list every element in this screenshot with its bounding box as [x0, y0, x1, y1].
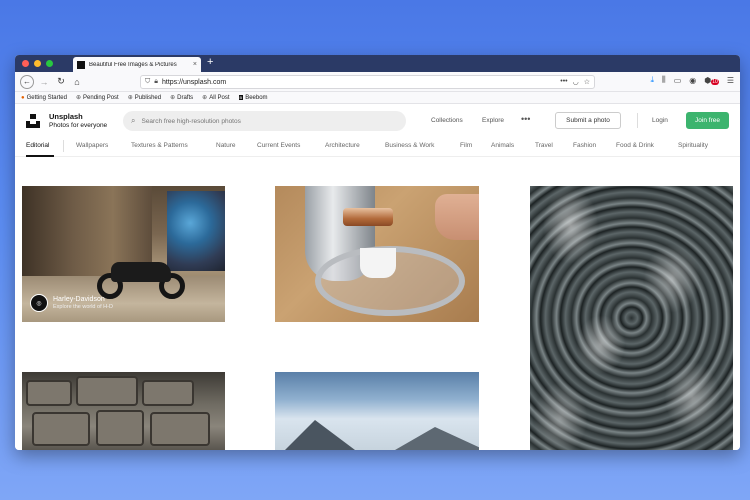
download-icon[interactable]: ⤓ — [651, 75, 655, 85]
harley-davidson-logo-icon: ◎ — [30, 294, 48, 312]
active-tab-indicator — [26, 155, 54, 157]
site-header: Unsplash Photos for everyone ⌕ Collectio… — [15, 104, 740, 135]
bookmark-all-post[interactable]: ⊕ All Post — [202, 94, 229, 102]
close-window-button[interactable] — [22, 60, 29, 67]
tab-architecture[interactable]: Architecture — [325, 142, 360, 149]
globe-icon: ⊕ — [202, 95, 208, 101]
bookmark-published[interactable]: ⊕ Published — [127, 94, 161, 102]
window-controls — [22, 60, 53, 67]
browser-window: Beautiful Free Images & Pictures × + ← →… — [15, 55, 740, 450]
coffee-cup-image — [360, 248, 396, 278]
tab-travel[interactable]: Travel — [535, 142, 553, 149]
tab-animals[interactable]: Animals — [491, 142, 514, 149]
globe-icon: ⊕ — [127, 95, 133, 101]
lock-icon[interactable]: 🔒︎ — [154, 78, 158, 86]
category-nav: Editorial Wallpapers Textures & Patterns… — [15, 135, 740, 157]
menu-icon[interactable]: ☰ — [727, 76, 734, 85]
search-bar[interactable]: ⌕ — [123, 111, 406, 131]
maximize-window-button[interactable] — [46, 60, 53, 67]
bookmark-star-icon[interactable]: ☆ — [584, 78, 590, 86]
firefox-icon: ● — [21, 94, 25, 101]
join-free-button[interactable]: Join free — [686, 112, 729, 129]
tab-current-events[interactable]: Current Events — [257, 142, 300, 149]
forward-button[interactable]: → — [37, 75, 51, 89]
new-tab-button[interactable]: + — [207, 56, 213, 68]
pocket-icon[interactable]: ◡ — [573, 78, 579, 86]
tab-strip: Beautiful Free Images & Pictures × + — [15, 55, 740, 72]
category-divider — [63, 140, 64, 152]
tab-unsplash[interactable]: Beautiful Free Images & Pictures × — [73, 57, 201, 72]
browser-toolbar: ← → ↻ ⌂ ⛉ 🔒︎ https://unsplash.com ••• ◡ … — [15, 72, 740, 92]
sponsor-caption[interactable]: ◎ Harley-Davidson Explore the world of H… — [30, 294, 113, 312]
photo-stone-wall[interactable] — [22, 372, 225, 450]
globe-icon: ⊕ — [75, 95, 82, 101]
globe-icon: ⊕ — [170, 95, 176, 101]
tab-food-drink[interactable]: Food & Drink — [616, 142, 654, 149]
explore-link[interactable]: Explore — [482, 117, 504, 124]
tab-close-icon[interactable]: × — [193, 61, 197, 68]
extension-icon[interactable]: ⬢10 — [704, 76, 719, 85]
back-button[interactable]: ← — [20, 74, 34, 89]
sponsor-name: Harley-Davidson — [53, 296, 105, 303]
submit-photo-button[interactable]: Submit a photo — [555, 112, 621, 129]
site-info-icon[interactable]: ⛉ — [145, 78, 150, 86]
tab-film[interactable]: Film — [460, 142, 472, 149]
brand-tagline: Photos for everyone — [49, 122, 108, 129]
minimize-window-button[interactable] — [34, 60, 41, 67]
tab-wallpapers[interactable]: Wallpapers — [76, 142, 108, 149]
brand-name: Unsplash — [49, 112, 83, 121]
bookmark-pending-post[interactable]: ⊕ Pending Post — [75, 94, 119, 102]
unsplash-favicon-icon — [77, 60, 85, 69]
page-actions-icon[interactable]: ••• — [560, 78, 567, 86]
header-divider — [637, 113, 638, 128]
photo-water[interactable] — [530, 186, 733, 450]
reload-button[interactable]: ↻ — [54, 75, 68, 89]
photo-coffee[interactable] — [275, 186, 479, 322]
tab-textures-patterns[interactable]: Textures & Patterns — [131, 142, 188, 149]
more-menu-icon[interactable]: ••• — [521, 114, 530, 124]
unsplash-logo-icon[interactable] — [26, 114, 40, 128]
home-button[interactable]: ⌂ — [70, 75, 84, 89]
tab-title: Beautiful Free Images & Pictures — [89, 61, 177, 68]
beebom-icon: B — [238, 95, 244, 100]
bookmarks-bar: ● Getting Started ⊕ Pending Post ⊕ Publishe… — [15, 92, 740, 104]
login-link[interactable]: Login — [652, 117, 668, 124]
address-bar[interactable]: ⛉ 🔒︎ https://unsplash.com ••• ◡ ☆ — [140, 75, 595, 89]
tab-spirituality[interactable]: Spirituality — [678, 142, 708, 149]
sidebar-icon[interactable]: ▭ — [674, 76, 682, 85]
account-icon[interactable]: ◉ — [689, 76, 696, 85]
search-icon[interactable]: ⌕ — [131, 116, 135, 126]
tab-editorial[interactable]: Editorial — [26, 142, 49, 149]
collections-link[interactable]: Collections — [431, 117, 463, 124]
tab-nature[interactable]: Nature — [216, 142, 236, 149]
brand[interactable]: Unsplash Photos for everyone — [49, 112, 107, 129]
tab-fashion[interactable]: Fashion — [573, 142, 596, 149]
photo-mountain[interactable] — [275, 372, 479, 450]
extension-badge: 10 — [711, 78, 719, 85]
search-input[interactable] — [141, 117, 398, 125]
photo-grid: ◎ Harley-Davidson Explore the world of H… — [15, 186, 740, 450]
bookmark-getting-started[interactable]: ● Getting Started — [21, 95, 67, 101]
library-icon[interactable]: ⫼ — [662, 75, 666, 85]
bookmark-beebom[interactable]: B Beebom — [238, 95, 268, 101]
photo-motorcycle[interactable]: ◎ Harley-Davidson Explore the world of H… — [22, 186, 225, 322]
tab-business-work[interactable]: Business & Work — [385, 142, 434, 149]
sponsor-subtitle: Explore the world of H-D — [53, 304, 113, 310]
bookmark-drafts[interactable]: ⊕ Drafts — [170, 94, 193, 102]
url-text[interactable]: https://unsplash.com — [162, 79, 556, 86]
